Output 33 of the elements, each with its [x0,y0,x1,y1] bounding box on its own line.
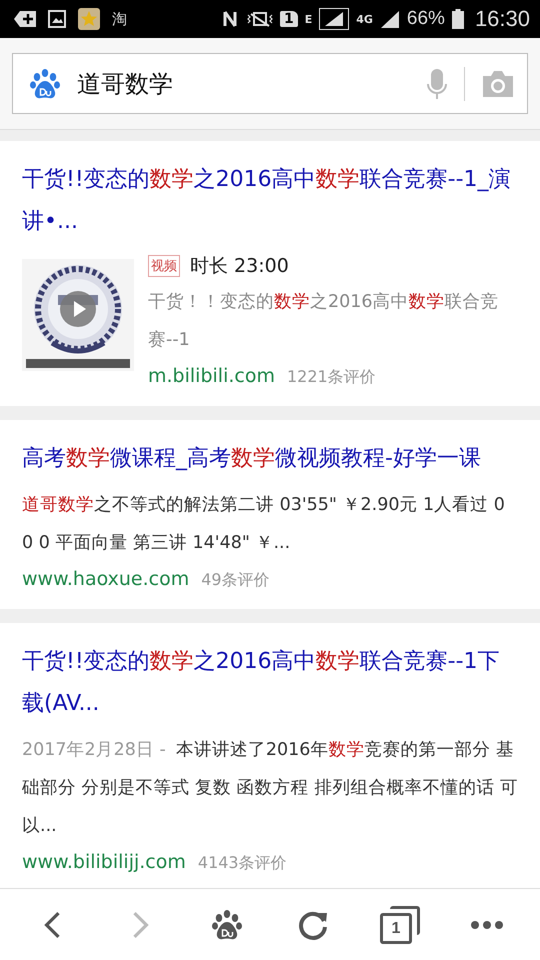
data-type: 4G [356,12,373,26]
play-icon[interactable] [60,291,96,327]
search-field[interactable]: 道哥数学 [77,70,410,98]
network-type: E [304,12,312,26]
app-label: 淘 [112,10,127,28]
sim-card-label: 1 [280,11,298,27]
add-notification-icon [14,10,36,28]
signal-icon [319,8,350,30]
site-link[interactable]: m.bilibili.com [148,365,275,387]
site-link[interactable]: www.bilibilijj.com [22,851,186,873]
battery-icon [452,9,464,29]
vibrate-mute-icon [246,10,273,28]
duration-text: 时长 23:00 [190,254,289,279]
video-tag: 视频 [148,255,180,277]
result-snippet: 干货！！变态的数学之2016高中数学联合竞赛--1 [148,291,500,352]
review-count: 49条评价 [201,570,270,591]
review-count: 4143条评价 [198,853,287,874]
result-snippet: 道哥数学之不等式的解法第二讲 03'55" ￥2.90元 1人看过 0 0 0 平面向量 第三讲 14'48" ￥... [22,494,506,555]
image-icon [48,10,66,28]
result-title-link[interactable]: 干货!!变态的数学之2016高中数学联合竞赛--1_演讲•... [22,159,518,243]
result-snippet: 2017年2月28日 - 本讲讲述了2016年数学竞赛的第一部分 基础部分 分别是不等式 复数 函数方程 排列组合概率不懂的话 可以... [22,739,518,838]
paw-logo-icon [29,68,61,100]
star-app-icon [78,8,100,30]
battery-percent: 66% [406,8,445,30]
result-title-link[interactable]: 干货!!变态的数学之2016高中数学联合竞赛--1下载(AV... [22,641,518,725]
more-icon [470,920,503,930]
search-bar[interactable]: 道哥数学 [12,53,528,114]
site-link[interactable]: www.haoxue.com [22,568,190,590]
home-icon [210,908,243,940]
clock: 16:30 [474,6,530,32]
review-count: 1221条评价 [286,367,376,388]
result-title-link[interactable]: 高考数学微课程_高考数学微视频教程-好学一课 [22,438,518,480]
signal-icon [380,9,400,29]
